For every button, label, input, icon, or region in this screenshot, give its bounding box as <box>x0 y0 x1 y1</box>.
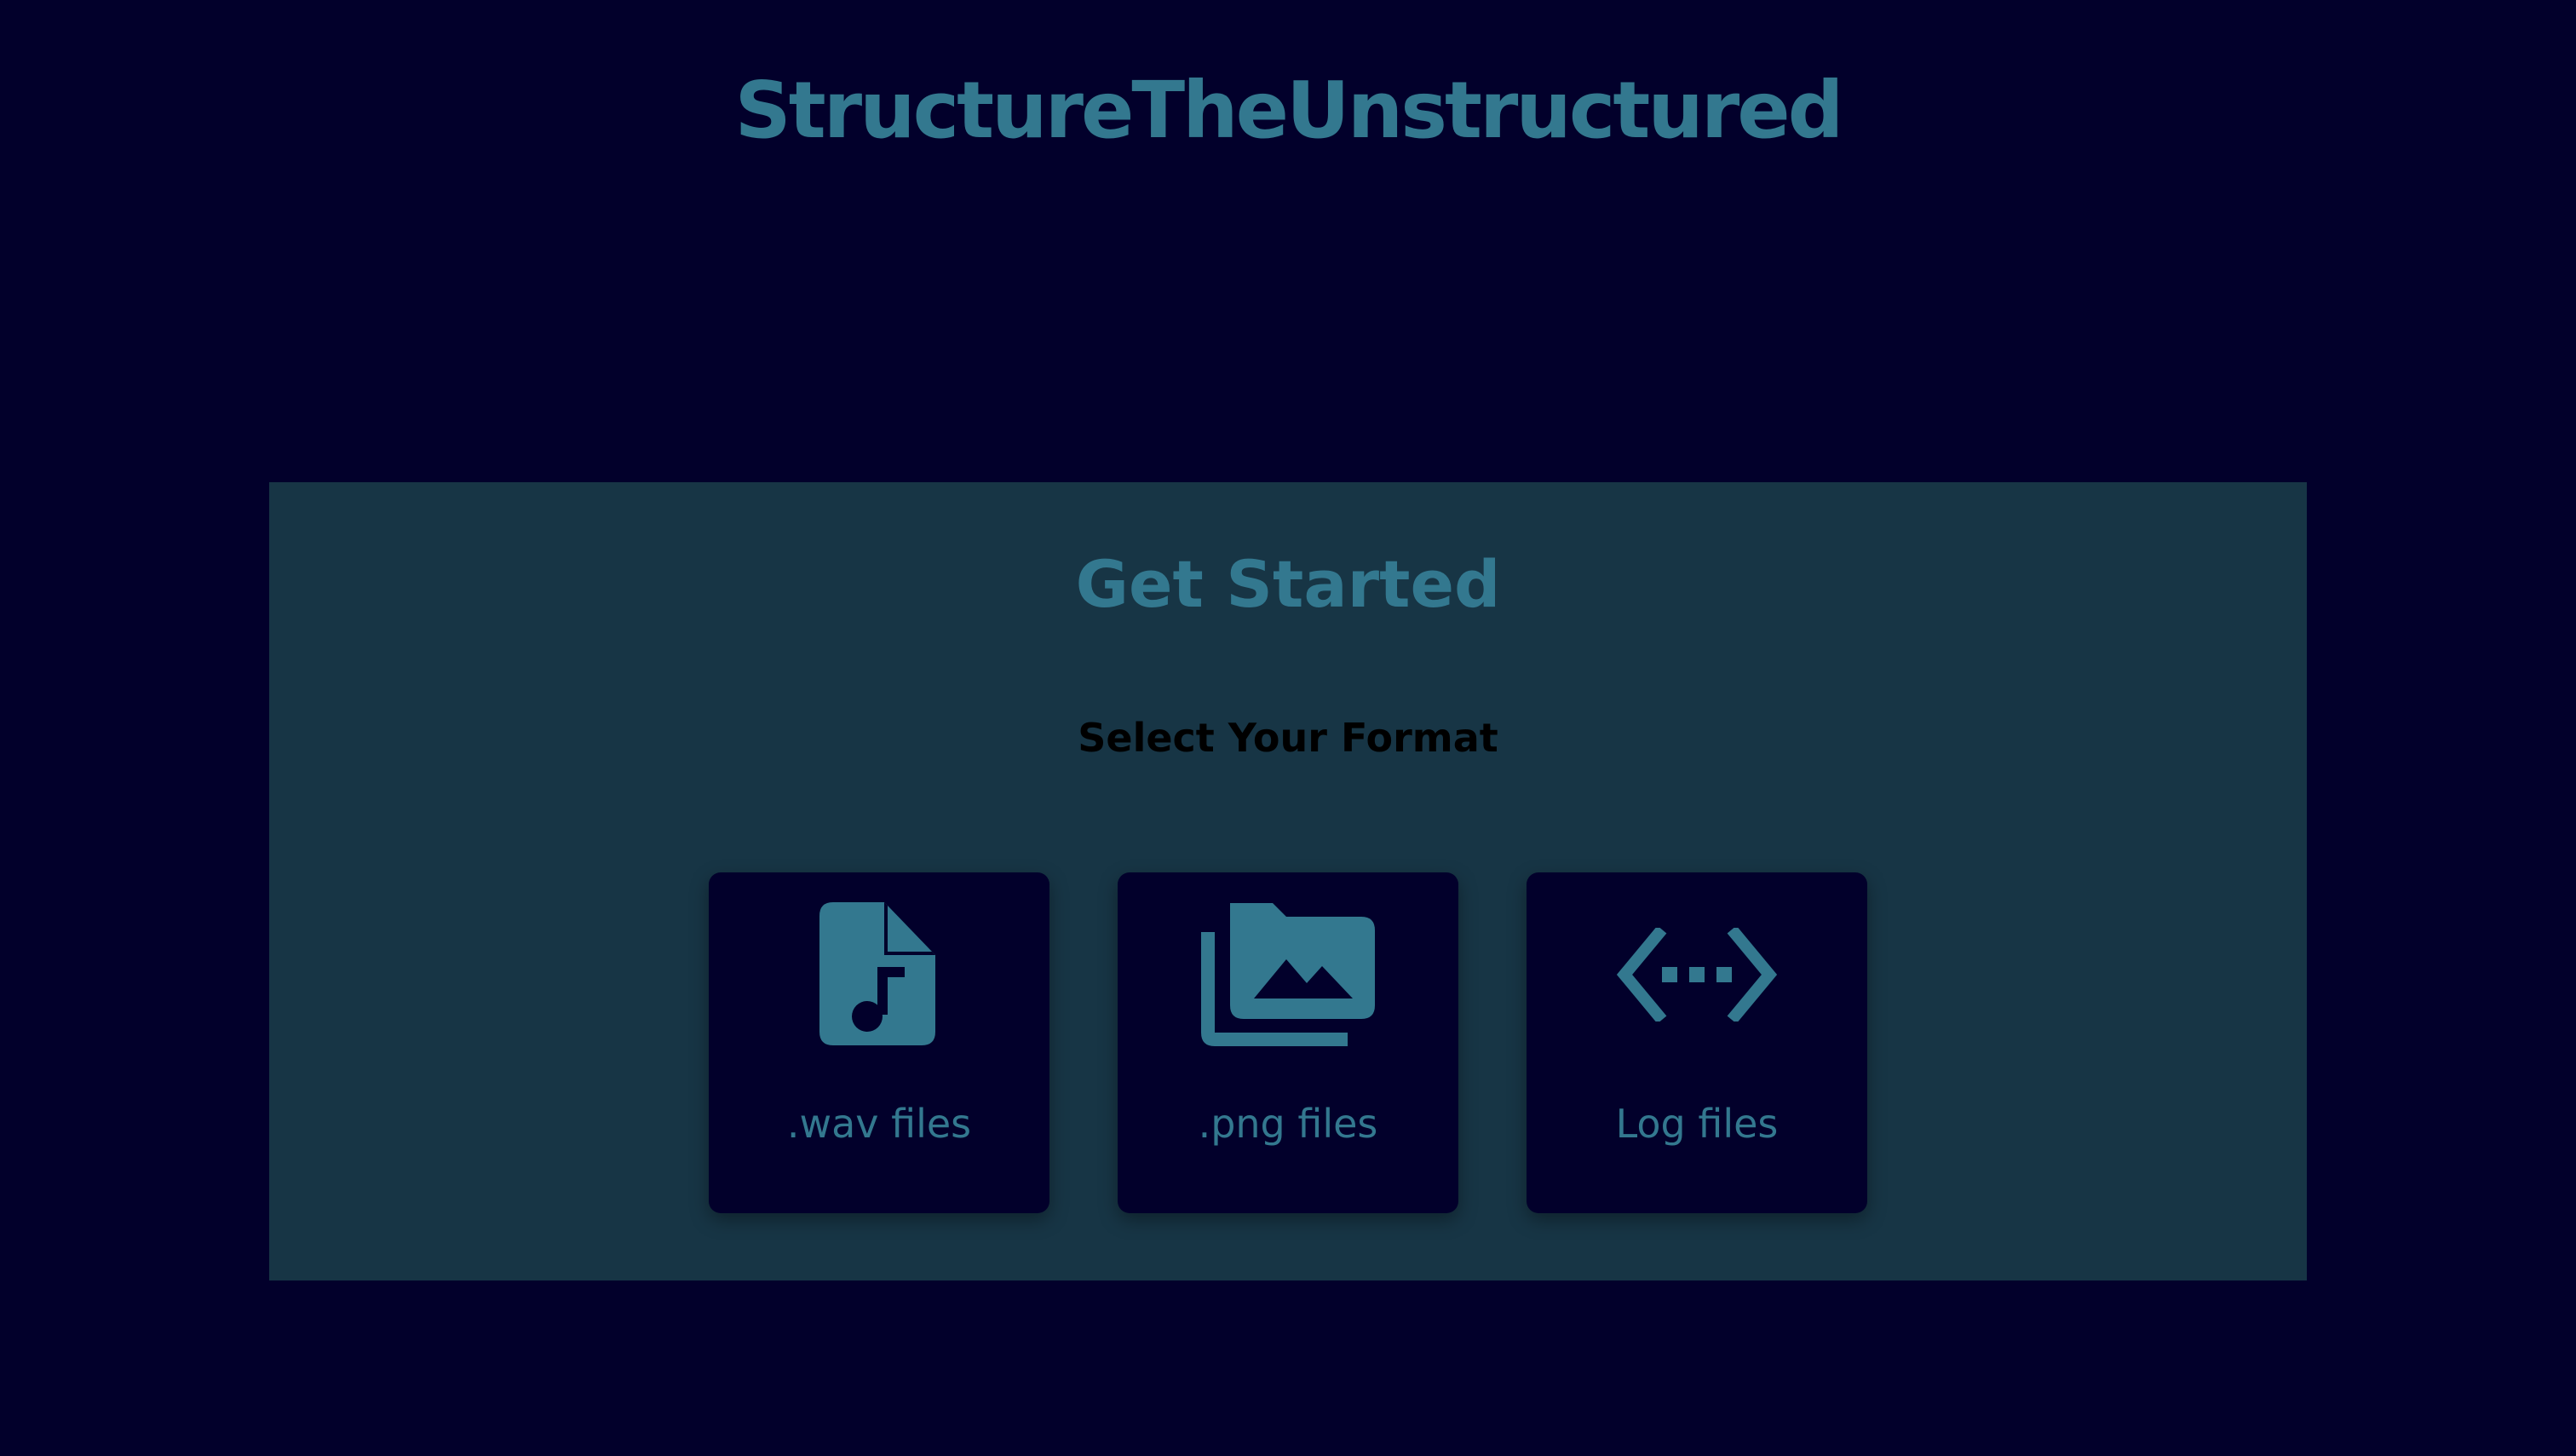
format-label-png: .png files <box>1198 1101 1378 1147</box>
get-started-panel: Get Started Select Your Format .wav file… <box>269 482 2307 1280</box>
app-title: StructureTheUnstructured <box>734 65 1844 156</box>
format-label-wav: .wav files <box>786 1101 972 1147</box>
audio-file-icon <box>709 898 1049 1051</box>
panel-title: Get Started <box>1075 546 1501 622</box>
settings-ethernet-icon <box>1527 898 1867 1051</box>
panel-subtitle: Select Your Format <box>1078 715 1498 761</box>
format-card-wav[interactable]: .wav files <box>709 872 1049 1213</box>
format-card-log[interactable]: Log files <box>1527 872 1867 1213</box>
format-label-log: Log files <box>1615 1101 1779 1147</box>
photo-library-icon <box>1118 898 1458 1051</box>
format-card-png[interactable]: .png files <box>1118 872 1458 1213</box>
